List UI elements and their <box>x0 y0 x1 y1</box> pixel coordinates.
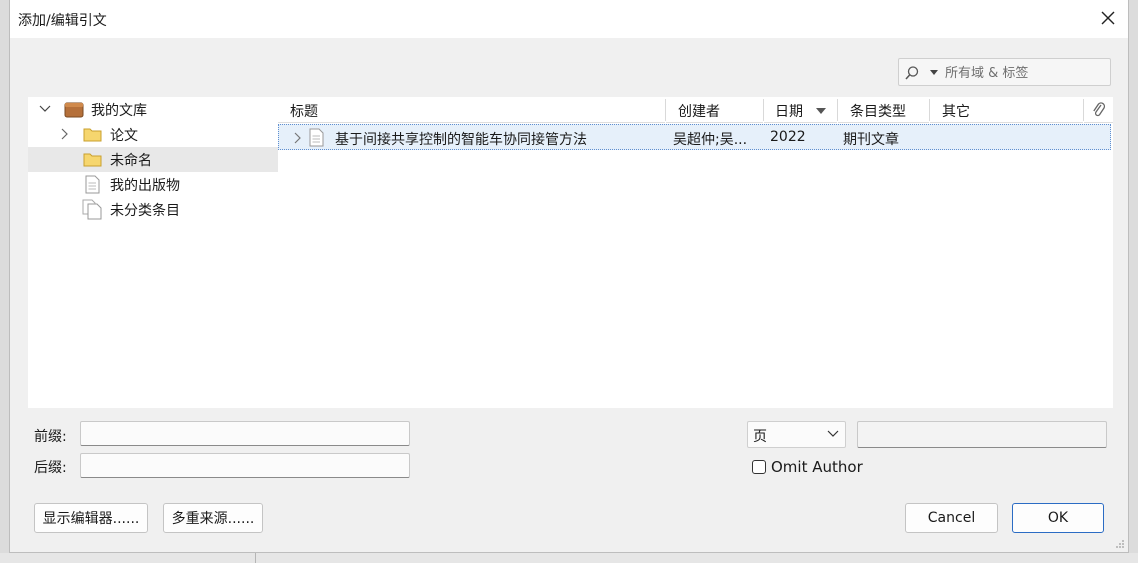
close-icon <box>1101 11 1115 25</box>
omit-author-label[interactable]: Omit Author <box>771 458 863 476</box>
documents-icon <box>82 199 102 220</box>
locator-type-select[interactable]: 页 <box>747 421 846 448</box>
search-box[interactable] <box>898 58 1111 86</box>
chevron-down-icon[interactable] <box>39 104 51 114</box>
prefix-label: 前缀: <box>34 429 67 445</box>
locator-input[interactable] <box>857 421 1107 448</box>
library-panels: 我的文库 论文 未命名 我的出版物 未分类条目 标题 创建者 日期 条目类型 其… <box>28 97 1113 408</box>
tree-item-label: 我的出版物 <box>110 178 180 194</box>
search-mode-dropdown-icon[interactable] <box>930 70 938 75</box>
paperclip-icon <box>1093 102 1106 117</box>
prefix-input[interactable] <box>80 421 410 446</box>
cancel-button[interactable]: Cancel <box>905 503 998 533</box>
sort-descending-icon <box>816 108 826 114</box>
cell-item-type: 期刊文章 <box>843 132 899 148</box>
column-header-creator[interactable]: 创建者 <box>666 97 763 123</box>
table-row[interactable]: 基于间接共享控制的智能车协同接管方法 吴超仲;吴... 2022 期刊文章 <box>278 124 1111 150</box>
chevron-right-icon[interactable] <box>293 132 303 144</box>
folder-icon <box>83 128 102 142</box>
column-header-date[interactable]: 日期 <box>764 97 837 123</box>
add-edit-citation-dialog: 添加/编辑引文 我的文库 <box>9 0 1129 553</box>
tree-item-papers[interactable]: 论文 <box>28 122 278 147</box>
locator-type-value: 页 <box>753 429 767 445</box>
library-icon <box>64 102 84 118</box>
tree-item-label: 未分类条目 <box>110 203 180 219</box>
omit-author-checkbox[interactable] <box>752 460 766 474</box>
suffix-input[interactable] <box>80 453 410 478</box>
suffix-label: 后缀: <box>34 460 67 476</box>
column-header-extra[interactable]: 其它 <box>930 97 1083 123</box>
tree-item-unfiled[interactable]: 未分类条目 <box>28 197 278 222</box>
window-title: 添加/编辑引文 <box>18 13 107 29</box>
tree-item-label: 我的文库 <box>91 103 147 119</box>
search-input[interactable] <box>943 62 1107 84</box>
tree-item-my-library[interactable]: 我的文库 <box>28 97 278 122</box>
ok-button[interactable]: OK <box>1012 503 1104 533</box>
background-window-edge <box>0 553 1138 563</box>
chevron-right-icon[interactable] <box>60 128 70 140</box>
tree-item-unnamed[interactable]: 未命名 <box>28 147 278 172</box>
folder-icon <box>83 153 102 167</box>
collection-tree: 我的文库 论文 未命名 我的出版物 未分类条目 <box>28 97 278 408</box>
document-icon <box>85 175 100 194</box>
column-header-title[interactable]: 标题 <box>278 97 665 123</box>
show-editor-button[interactable]: 显示编辑器...... <box>34 503 148 533</box>
tree-item-my-publications[interactable]: 我的出版物 <box>28 172 278 197</box>
divider <box>255 553 256 563</box>
title-bar: 添加/编辑引文 <box>10 0 1128 38</box>
journal-article-icon <box>309 128 324 147</box>
cell-creator: 吴超仲;吴... <box>673 132 748 148</box>
search-icon <box>905 66 919 80</box>
chevron-down-icon <box>827 430 839 437</box>
items-pane: 标题 创建者 日期 条目类型 其它 基于间接共享控制的智能车协同接管方法 吴超仲… <box>278 97 1113 408</box>
resize-grip-icon[interactable] <box>1115 539 1125 549</box>
cell-date: 2022 <box>770 129 806 145</box>
cell-title: 基于间接共享控制的智能车协同接管方法 <box>335 132 587 148</box>
column-header-attachments[interactable] <box>1084 97 1113 123</box>
close-button[interactable] <box>1098 8 1118 28</box>
tree-item-label: 论文 <box>110 128 138 144</box>
tree-item-label: 未命名 <box>110 153 152 169</box>
column-header-item-type[interactable]: 条目类型 <box>838 97 929 123</box>
multiple-sources-button[interactable]: 多重来源...... <box>163 503 263 533</box>
